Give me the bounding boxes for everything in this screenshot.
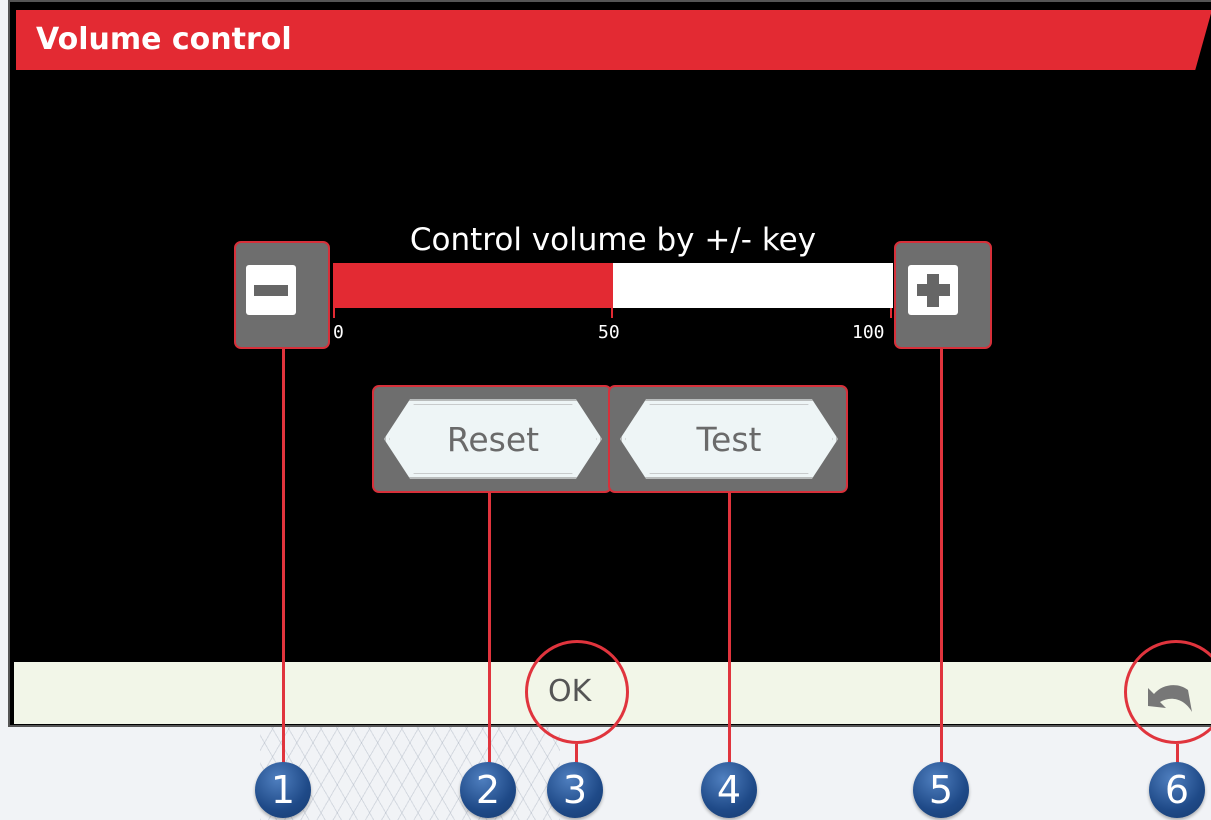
- volume-level-fill: [333, 263, 613, 308]
- plus-icon-vertical: [927, 274, 939, 307]
- volume-up-button[interactable]: [894, 241, 992, 349]
- minus-button-face[interactable]: [246, 265, 296, 315]
- reset-button-frame[interactable]: Reset: [372, 385, 612, 493]
- callout-badge-2: 2: [460, 762, 516, 818]
- reset-button-border: [389, 404, 597, 474]
- callout-line-1: [282, 349, 285, 767]
- callout-badge-4: 4: [701, 762, 757, 818]
- callout-line-2: [488, 493, 491, 767]
- test-button-border: [625, 404, 833, 474]
- minus-icon: [254, 285, 288, 296]
- callout-circle-ok: [525, 640, 629, 744]
- tick-mark-mid: [611, 308, 613, 318]
- callout-badge-6: 6: [1149, 762, 1205, 818]
- callout-circle-back: [1124, 640, 1211, 744]
- test-button[interactable]: Test: [620, 399, 838, 479]
- callout-badge-3: 3: [547, 762, 603, 818]
- test-button-frame[interactable]: Test: [608, 385, 848, 493]
- callout-badge-1: 1: [255, 762, 311, 818]
- callout-line-5: [940, 349, 943, 767]
- page-title: Volume control: [36, 22, 292, 57]
- reset-button[interactable]: Reset: [384, 399, 602, 479]
- callout-line-4: [728, 493, 731, 767]
- tick-label-min: 0: [333, 322, 344, 343]
- callout-badge-5: 5: [913, 762, 969, 818]
- tick-mark-max: [890, 308, 892, 318]
- volume-slider[interactable]: [333, 263, 893, 308]
- plus-button-face[interactable]: [908, 265, 958, 315]
- volume-instruction: Control volume by +/- key: [409, 222, 817, 258]
- volume-down-button[interactable]: [234, 241, 330, 349]
- device-screen: [8, 0, 1211, 727]
- tick-label-max: 100: [852, 322, 885, 343]
- tick-mark-min: [333, 308, 335, 318]
- tick-label-mid: 50: [598, 322, 620, 343]
